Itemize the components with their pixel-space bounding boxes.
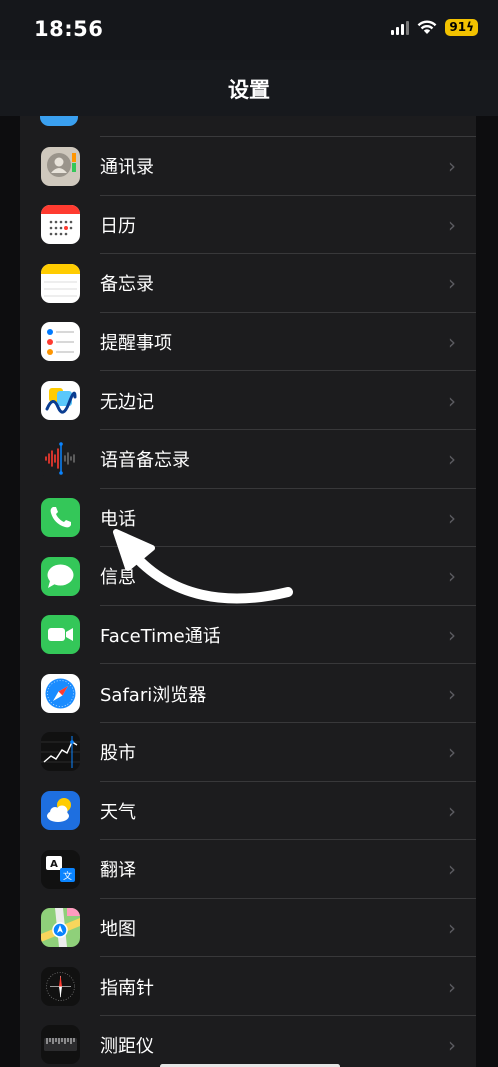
settings-screen: 18:56 91ϟ 设置 通讯录 › 日历 › 备忘录 › 提醒事项 › 无边记…	[0, 0, 498, 1067]
settings-item-maps[interactable]: 地图 ›	[20, 899, 476, 958]
settings-item-freeform[interactable]: 无边记 ›	[20, 371, 476, 430]
chevron-right-icon: ›	[448, 505, 456, 530]
reminders-icon	[41, 322, 80, 362]
compass-icon	[41, 966, 80, 1006]
item-label: 日历	[100, 215, 136, 237]
chevron-right-icon: ›	[448, 154, 456, 179]
svg-text:A: A	[50, 859, 58, 870]
charging-bolt-icon: ϟ	[466, 20, 474, 34]
contacts-icon	[41, 146, 80, 186]
status-icons: 91ϟ	[391, 19, 478, 36]
settings-item-stocks[interactable]: 股市 ›	[20, 723, 476, 782]
chevron-right-icon: ›	[448, 681, 456, 706]
battery-indicator: 91ϟ	[445, 19, 478, 36]
list-item-partial[interactable]	[40, 116, 476, 137]
chevron-right-icon: ›	[448, 388, 456, 413]
facetime-icon	[41, 615, 80, 655]
settings-item-facetime[interactable]: FaceTime通话 ›	[20, 606, 476, 665]
item-label: 信息	[100, 567, 136, 589]
settings-item-compass[interactable]: 指南针 ›	[20, 957, 476, 1016]
chevron-right-icon: ›	[448, 212, 456, 237]
messages-icon	[41, 556, 80, 596]
phone-icon	[41, 498, 80, 538]
voice-memos-icon	[41, 439, 80, 479]
settings-item-notes[interactable]: 备忘录 ›	[20, 254, 476, 313]
item-label: 天气	[100, 801, 136, 823]
item-label: 语音备忘录	[100, 450, 190, 472]
settings-item-measure[interactable]: 测距仪 ›	[20, 1016, 476, 1067]
item-label: 电话	[100, 508, 136, 530]
weather-icon	[41, 791, 80, 831]
item-label: FaceTime通话	[100, 626, 221, 648]
safari-icon	[41, 673, 80, 713]
chevron-right-icon: ›	[448, 857, 456, 882]
chevron-right-icon: ›	[448, 916, 456, 941]
item-label: 通讯录	[100, 157, 154, 179]
stocks-icon	[41, 732, 80, 772]
settings-item-calendar[interactable]: 日历 ›	[20, 196, 476, 255]
settings-item-reminders[interactable]: 提醒事项 ›	[20, 313, 476, 372]
status-time: 18:56	[34, 17, 104, 41]
item-label: 地图	[100, 919, 136, 941]
settings-item-voice-memos[interactable]: 语音备忘录 ›	[20, 430, 476, 489]
item-label: Safari浏览器	[100, 684, 207, 706]
item-label: 翻译	[100, 860, 136, 882]
measure-icon	[41, 1025, 80, 1065]
wifi-icon	[417, 20, 437, 34]
navigation-bar: 设置	[0, 60, 498, 116]
chevron-right-icon: ›	[448, 974, 456, 999]
settings-item-safari[interactable]: Safari浏览器 ›	[20, 664, 476, 723]
translate-icon: A文	[41, 849, 80, 889]
calendar-icon	[41, 205, 80, 245]
status-bar: 18:56 91ϟ	[0, 0, 498, 60]
freeform-icon	[41, 380, 80, 420]
notes-icon	[41, 263, 80, 303]
item-label: 提醒事项	[100, 333, 172, 355]
chevron-right-icon: ›	[448, 330, 456, 355]
app-icon-partial	[40, 116, 78, 126]
chevron-right-icon: ›	[448, 447, 456, 472]
cellular-signal-icon	[391, 20, 410, 35]
item-label: 指南针	[100, 977, 154, 999]
chevron-right-icon: ›	[448, 798, 456, 823]
chevron-right-icon: ›	[448, 271, 456, 296]
svg-text:文: 文	[63, 870, 72, 882]
settings-item-contacts[interactable]: 通讯录 ›	[20, 137, 476, 196]
settings-item-messages[interactable]: 信息 ›	[20, 547, 476, 606]
settings-list: 通讯录 › 日历 › 备忘录 › 提醒事项 › 无边记 › 语音备忘录 › 电话…	[20, 116, 476, 1067]
item-label: 无边记	[100, 391, 154, 413]
item-label: 测距仪	[100, 1036, 154, 1058]
settings-item-weather[interactable]: 天气 ›	[20, 782, 476, 841]
settings-item-translate[interactable]: A文 翻译 ›	[20, 840, 476, 899]
battery-level: 91	[449, 20, 467, 34]
maps-icon	[41, 908, 80, 948]
chevron-right-icon: ›	[448, 1033, 456, 1058]
page-title: 设置	[228, 78, 270, 102]
chevron-right-icon: ›	[448, 740, 456, 765]
item-label: 股市	[100, 743, 136, 765]
chevron-right-icon: ›	[448, 564, 456, 589]
settings-item-phone[interactable]: 电话 ›	[20, 489, 476, 548]
item-label: 备忘录	[100, 274, 154, 296]
chevron-right-icon: ›	[448, 623, 456, 648]
